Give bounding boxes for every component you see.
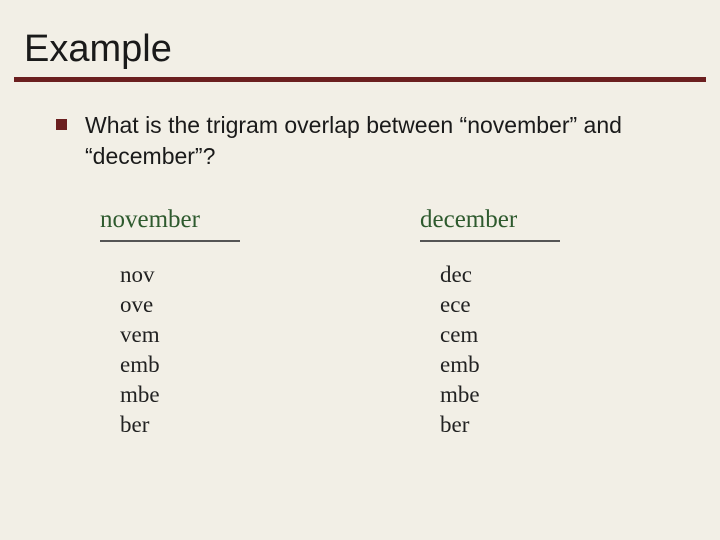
right-column: december dec ece cem emb mbe ber: [420, 206, 560, 439]
left-trigram-list: nov ove vem emb mbe ber: [100, 260, 240, 439]
left-heading: november: [100, 206, 240, 234]
trigram: dec: [440, 260, 560, 290]
bullet-item: What is the trigram overlap between “nov…: [56, 110, 680, 172]
right-heading-underline: [420, 240, 560, 242]
trigram: emb: [440, 350, 560, 380]
slide-body: What is the trigram overlap between “nov…: [0, 82, 720, 439]
trigram: ece: [440, 290, 560, 320]
slide-title: Example: [0, 0, 720, 77]
slide: Example What is the trigram overlap betw…: [0, 0, 720, 540]
right-trigram-list: dec ece cem emb mbe ber: [420, 260, 560, 439]
columns: november nov ove vem emb mbe ber decembe…: [56, 206, 680, 439]
trigram: vem: [120, 320, 240, 350]
square-bullet-icon: [56, 119, 67, 130]
trigram: mbe: [440, 380, 560, 410]
trigram: ber: [440, 410, 560, 440]
trigram: ove: [120, 290, 240, 320]
left-column: november nov ove vem emb mbe ber: [100, 206, 240, 439]
trigram: mbe: [120, 380, 240, 410]
left-heading-underline: [100, 240, 240, 242]
trigram: ber: [120, 410, 240, 440]
bullet-text: What is the trigram overlap between “nov…: [85, 110, 680, 172]
trigram: nov: [120, 260, 240, 290]
trigram: cem: [440, 320, 560, 350]
right-heading: december: [420, 206, 560, 234]
trigram: emb: [120, 350, 240, 380]
